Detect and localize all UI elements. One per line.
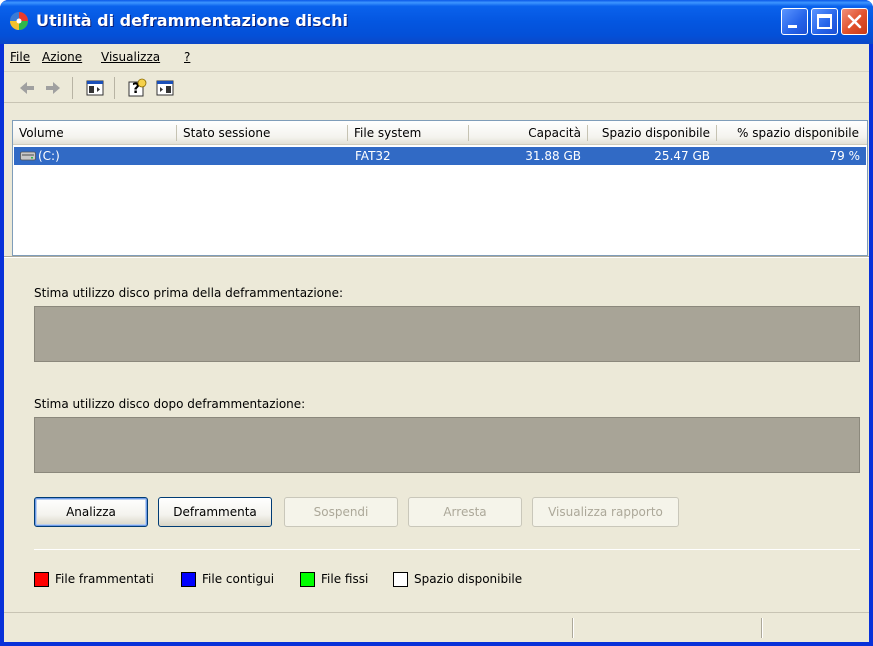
before-defrag-label: Stima utilizzo disco prima della deframm…: [34, 286, 344, 300]
legend-fragmented-swatch: [34, 572, 49, 587]
maximize-icon: [817, 14, 832, 29]
pane-splitter[interactable]: [4, 256, 869, 258]
defrag-app-icon: [10, 12, 28, 30]
toolbar-separator: [72, 77, 73, 99]
column-header-file-system[interactable]: File system: [348, 121, 468, 145]
list-header: Volume Stato sessione File system Capaci…: [13, 121, 867, 145]
menu-azione-label: Azione: [42, 50, 83, 64]
legend-contiguous-label: File contigui: [202, 572, 275, 586]
volume-file-system: FAT32: [355, 149, 391, 163]
volume-row[interactable]: (C:) FAT32 31.88 GB 25.47 GB 79 %: [14, 147, 866, 165]
analyze-button[interactable]: Analizza: [34, 497, 148, 527]
after-defrag-display: [34, 417, 860, 473]
volume-list[interactable]: Volume Stato sessione File system Capaci…: [12, 120, 868, 256]
legend-contiguous-swatch: [181, 572, 196, 587]
minimize-icon: [788, 25, 797, 28]
legend-unmovable-label: File fissi: [321, 572, 369, 586]
volume-free-space: 25.47 GB: [654, 149, 710, 163]
status-divider: [572, 618, 574, 638]
close-button[interactable]: [841, 8, 868, 35]
volume-name: (C:): [38, 149, 60, 163]
menu-help[interactable]: ?: [184, 50, 190, 64]
volume-free-percent: 79 %: [829, 149, 861, 163]
before-defrag-display: [34, 306, 860, 362]
toolbar: ?: [4, 73, 869, 103]
back-arrow-icon[interactable]: [16, 77, 38, 99]
window-title: Utilità di deframmentazione dischi: [36, 11, 349, 30]
hard-drive-icon: [20, 151, 36, 161]
legend-free-space-label: Spazio disponibile: [414, 572, 523, 586]
client-area: File Azione Visualizza ? ? Volume Stato …: [4, 44, 869, 642]
show-hide-console-tree-icon[interactable]: [84, 77, 106, 99]
status-divider: [761, 618, 763, 638]
volume-capacity: 31.88 GB: [525, 149, 581, 163]
menu-visualizza[interactable]: Visualizza: [101, 50, 160, 64]
view-report-button[interactable]: Visualizza rapporto: [532, 497, 679, 527]
maximize-button[interactable]: [811, 8, 838, 35]
defragment-button[interactable]: Deframmenta: [158, 497, 272, 527]
stop-button[interactable]: Arresta: [408, 497, 522, 527]
column-header-volume[interactable]: Volume: [13, 121, 173, 145]
title-bar[interactable]: Utilità di deframmentazione dischi: [0, 0, 873, 44]
column-header-capacity[interactable]: Capacità: [469, 121, 587, 145]
column-header-free-percent[interactable]: % spazio disponibile: [717, 121, 865, 145]
show-hide-action-pane-icon[interactable]: [154, 77, 176, 99]
status-bar: [4, 612, 869, 642]
column-header-free-space[interactable]: Spazio disponibile: [588, 121, 716, 145]
menu-azione[interactable]: Azione: [42, 50, 82, 64]
toolbar-separator: [114, 77, 115, 99]
close-icon: [847, 14, 862, 29]
legend-fragmented-label: File frammentati: [55, 572, 154, 586]
after-defrag-label: Stima utilizzo disco dopo deframmentazio…: [34, 397, 306, 411]
pause-button[interactable]: Sospendi: [284, 497, 398, 527]
forward-arrow-icon[interactable]: [42, 77, 64, 99]
legend-free-space-swatch: [393, 572, 408, 587]
menu-visualizza-label: Visualizza: [101, 50, 161, 64]
help-icon[interactable]: ?: [126, 77, 148, 99]
menu-file-label: File: [10, 50, 31, 64]
menu-file[interactable]: File: [10, 50, 30, 64]
app-window: Utilità di deframmentazione dischi File …: [0, 0, 873, 646]
menu-help-label: ?: [184, 50, 191, 64]
legend-divider: [34, 549, 860, 550]
menu-bar: File Azione Visualizza ?: [4, 44, 869, 72]
legend-unmovable-swatch: [300, 572, 315, 587]
minimize-button[interactable]: [781, 8, 808, 35]
column-header-session-state[interactable]: Stato sessione: [177, 121, 347, 145]
